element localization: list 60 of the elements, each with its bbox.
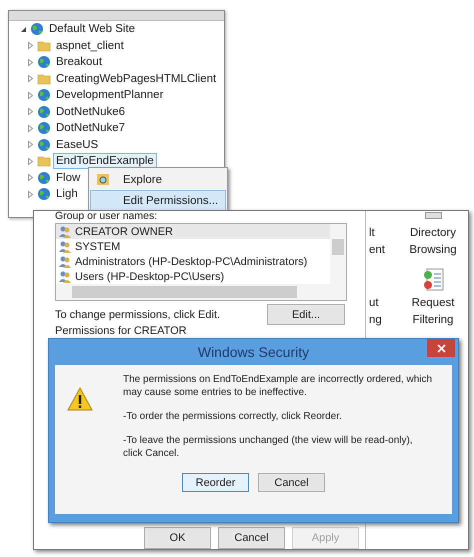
user-item[interactable]: Administrators (HP-Desktop-PC\Administrators) bbox=[56, 254, 330, 269]
feature-label[interactable]: Directory bbox=[410, 225, 456, 242]
horizontal-scrollbar[interactable] bbox=[56, 284, 346, 300]
message-text: -To leave the permissions unchanged (the view will be read-only), click Cancel. bbox=[123, 434, 414, 460]
feature-label[interactable]: Filtering bbox=[412, 312, 454, 329]
change-hint: To change permissions, click Edit. bbox=[55, 308, 220, 320]
edit-button[interactable]: Edit... bbox=[267, 304, 345, 325]
folder-icon bbox=[37, 72, 51, 86]
menu-item[interactable]: Explore bbox=[90, 169, 226, 190]
collapse-arrow-icon[interactable] bbox=[19, 24, 28, 34]
close-icon bbox=[436, 344, 446, 352]
tree-item[interactable]: aspnet_client bbox=[53, 38, 127, 54]
dialog-button[interactable]: OK bbox=[144, 527, 211, 549]
tree-item[interactable]: Breakout bbox=[53, 54, 106, 70]
globe-icon bbox=[30, 22, 44, 36]
globe-icon bbox=[37, 104, 51, 119]
feature-label[interactable]: Request bbox=[412, 295, 454, 312]
feature-label[interactable]: Browsing bbox=[409, 242, 457, 259]
tree-item[interactable]: CreatingWebPagesHTMLClient bbox=[53, 70, 220, 87]
globe-icon bbox=[37, 55, 51, 70]
tree-item[interactable]: Flow bbox=[53, 170, 84, 186]
users-icon bbox=[58, 270, 72, 284]
globe-icon bbox=[37, 187, 51, 202]
users-icon bbox=[58, 224, 72, 238]
permissions-label: Permissions for CREATOR bbox=[55, 325, 188, 338]
tree-item[interactable]: EaseUS bbox=[53, 136, 102, 153]
menu-item[interactable]: Edit Permissions... bbox=[90, 190, 226, 211]
document-icon bbox=[424, 212, 442, 219]
tree-item[interactable]: EndToEndExample bbox=[53, 153, 157, 170]
folder-icon bbox=[37, 154, 51, 168]
feature-label[interactable]: ut bbox=[369, 295, 379, 312]
tree-item[interactable]: DotNetNuke7 bbox=[53, 120, 128, 136]
dialog-title: Windows Security bbox=[198, 344, 310, 360]
tree-item[interactable]: DevelopmentPlanner bbox=[53, 87, 166, 104]
folder-search-icon bbox=[96, 172, 110, 186]
feature-label[interactable]: ng bbox=[369, 312, 382, 329]
message-text: The permissions on EndToEndExample are incorrectly ordered, which may cause some entries to be ineffective. bbox=[123, 373, 433, 399]
message-text: -To order the permissions correctly, click Reorder. bbox=[123, 410, 343, 423]
globe-icon bbox=[37, 88, 51, 102]
globe-icon bbox=[37, 121, 51, 136]
tree-item[interactable]: Default Web Site bbox=[46, 21, 138, 38]
feature-label[interactable]: ent bbox=[369, 242, 385, 259]
user-item[interactable]: SYSTEM bbox=[56, 239, 330, 254]
globe-icon bbox=[37, 138, 51, 152]
tree-item[interactable]: DotNetNuke6 bbox=[53, 104, 128, 120]
globe-icon bbox=[37, 170, 51, 185]
dialog-button[interactable]: Cancel bbox=[258, 473, 325, 492]
user-item[interactable]: Users (HP-Desktop-PC\Users) bbox=[56, 269, 330, 284]
folder-icon bbox=[37, 38, 51, 53]
feature-label[interactable]: lt bbox=[369, 225, 375, 242]
close-button[interactable] bbox=[427, 339, 455, 357]
warning-icon bbox=[67, 387, 93, 411]
users-icon bbox=[58, 240, 72, 254]
dialog-button[interactable]: Reorder bbox=[182, 473, 249, 492]
group-label: Group or user names: bbox=[55, 211, 158, 222]
vertical-scrollbar[interactable] bbox=[330, 224, 346, 284]
tree-item[interactable]: Ligh bbox=[53, 186, 81, 202]
user-item[interactable]: CREATOR OWNER bbox=[56, 224, 330, 239]
users-icon bbox=[58, 254, 72, 268]
dialog-button[interactable]: Cancel bbox=[218, 527, 285, 549]
